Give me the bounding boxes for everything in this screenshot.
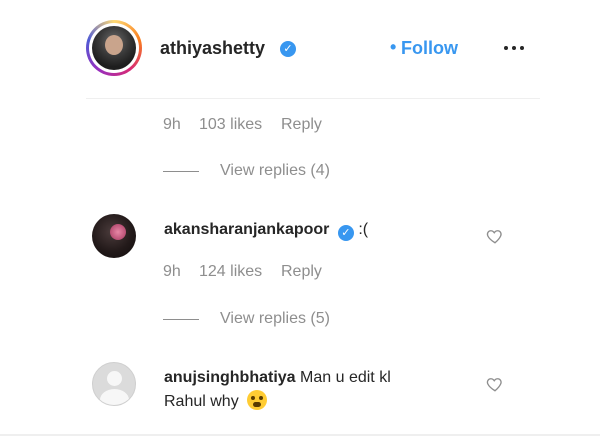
view-replies-label: View replies (4) [220,162,330,179]
comment-likes[interactable]: 103 likes [199,116,262,134]
flushed-emoji-icon [247,390,268,410]
view-replies-line [163,171,199,172]
view-replies-button[interactable]: View replies (5) [163,310,363,330]
like-heart-icon[interactable] [486,227,504,245]
avatar [92,26,136,70]
verified-badge-icon: ✓ [337,225,354,241]
header-divider [86,98,540,99]
comment-time: 9h [163,116,181,133]
story-ring[interactable] [86,20,142,76]
comment-time: 9h [163,263,181,280]
comment-text: :( [358,221,369,238]
comment-username[interactable]: akansharanjankapoor [164,221,329,238]
like-heart-icon[interactable] [486,375,504,393]
avatar[interactable] [92,214,136,258]
view-replies-line [163,319,199,320]
comment-likes[interactable]: 124 likes [199,263,262,281]
view-replies-label: View replies (5) [220,310,330,327]
avatar[interactable] [92,362,136,406]
reply-button[interactable]: Reply [281,263,322,281]
view-replies-button[interactable]: View replies (4) [163,162,363,182]
verified-badge-icon: ✓ [280,41,296,57]
comment-text-line2: Rahul why [164,393,239,410]
comment-text-line1: Man u edit kl [300,369,391,386]
comment-username[interactable]: anujsinghbhatiya [164,369,296,386]
more-options-icon[interactable] [502,38,526,58]
post-header: athiyashetty ✓ • Follow [86,18,540,82]
comment-thread-panel: athiyashetty ✓ • Follow 9h 103 likes Rep… [0,0,600,436]
separator-dot: • [390,37,397,57]
header-username[interactable]: athiyashetty [160,38,265,59]
follow-button[interactable]: Follow [401,38,458,59]
comment-item: anujsinghbhatiya Man u edit kl Rahul why [90,358,540,418]
reply-button[interactable]: Reply [281,116,322,134]
